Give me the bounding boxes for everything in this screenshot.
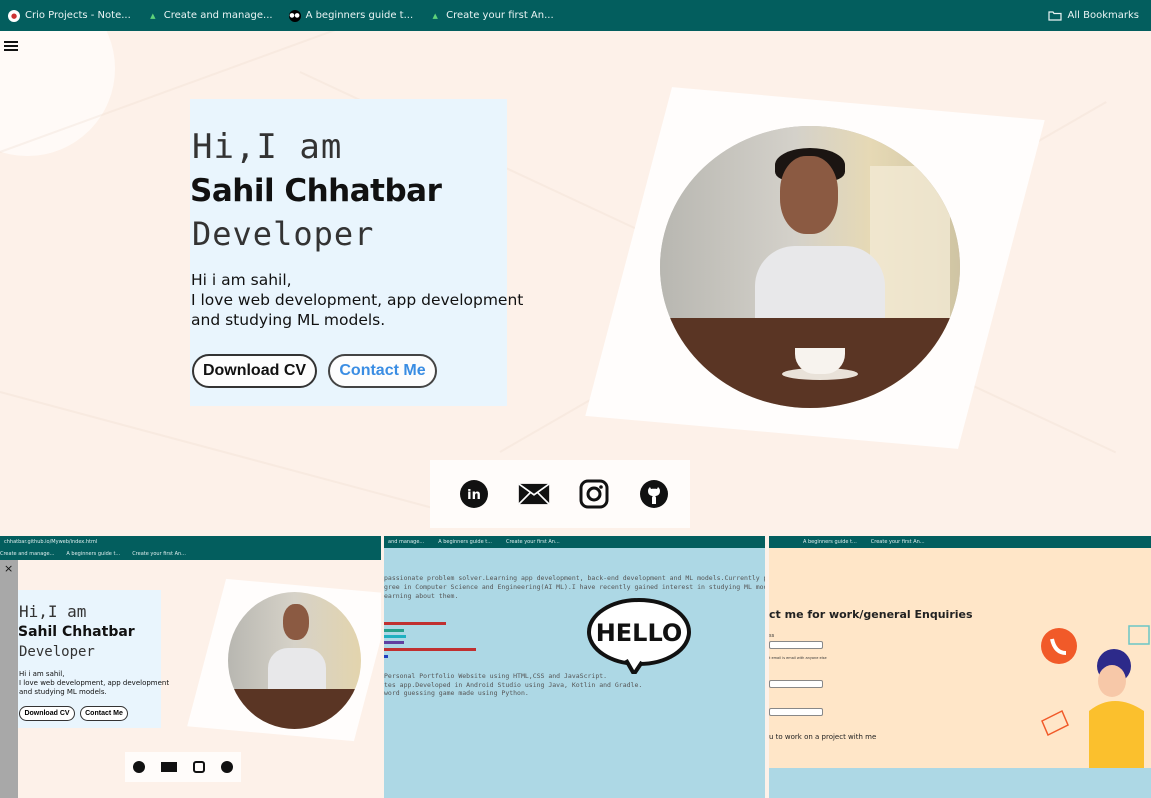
skill-bar <box>384 648 476 651</box>
mail-icon[interactable] <box>161 762 177 772</box>
mini-bookmarks-bar: Create and manage... A beginners guide t… <box>0 548 381 560</box>
download-cv-button[interactable]: Download CV <box>19 706 75 721</box>
project-text: word guessing game made using Python. <box>384 689 529 697</box>
thumbnail-home[interactable]: chhatbar.github.io/Myweb/index.html Crea… <box>0 536 381 798</box>
bookmark-create-manage[interactable]: ▲ Create and manage... <box>147 10 272 22</box>
bookmarks-bar: ● Crio Projects - Note... ▲ Create and m… <box>0 0 1151 31</box>
svg-text:HELLO: HELLO <box>596 619 683 647</box>
project-text: tes app.Developed in Android Studio usin… <box>384 681 643 689</box>
android-icon: ▲ <box>150 11 156 20</box>
mini-address-bar: chhatbar.github.io/Myweb/index.html <box>0 536 381 548</box>
skill-bar <box>384 622 446 625</box>
role-text: Developer <box>192 215 375 253</box>
name-heading: Sahil Chhatbar <box>190 173 442 209</box>
about-text: passionate problem solver.Learning app d… <box>384 574 765 582</box>
mini-bookmarks-bar: and manage... A beginners guide t... Cre… <box>384 536 765 548</box>
skill-bar <box>384 635 406 638</box>
bookmark-crio[interactable]: ● Crio Projects - Note... <box>8 9 131 22</box>
android-icon: ▲ <box>432 11 438 20</box>
email-label: ss <box>769 633 775 639</box>
greeting: Hi,I am <box>192 127 343 167</box>
linkedin-icon[interactable]: in <box>458 478 490 510</box>
linkedin-icon[interactable] <box>133 761 145 773</box>
crio-icon: ● <box>8 9 20 22</box>
instagram-icon[interactable] <box>578 478 610 510</box>
greeting: Hi,I am <box>19 602 87 621</box>
bookmark-beginners-guide[interactable]: ●● A beginners guide t... <box>288 9 413 22</box>
contact-me-button[interactable]: Contact Me <box>80 706 128 721</box>
role-text: Developer <box>19 644 95 660</box>
about-text: earning about them. <box>384 592 459 600</box>
side-panel <box>0 560 18 798</box>
folder-icon <box>1047 11 1062 21</box>
social-links: in <box>430 460 690 528</box>
skill-bar <box>384 641 404 644</box>
social-links <box>125 752 241 782</box>
decor-line <box>0 391 484 523</box>
svg-text:in: in <box>467 488 481 503</box>
footer-band <box>769 768 1151 798</box>
name-heading: Sahil Chhatbar <box>18 624 135 640</box>
hero-section: Hi,I am Sahil Chhatbar Developer Hi i am… <box>0 31 1151 536</box>
profile-photo <box>660 126 960 408</box>
skill-bar <box>384 629 404 632</box>
medium-icon: ●● <box>288 9 301 22</box>
thumbnail-about[interactable]: and manage... A beginners guide t... Cre… <box>384 536 765 798</box>
all-bookmarks[interactable]: All Bookmarks <box>1047 0 1139 31</box>
contact-me-button[interactable]: Contact Me <box>328 354 437 388</box>
contact-illustration-icon <box>1041 625 1150 771</box>
github-icon[interactable] <box>221 761 233 773</box>
bio-text: Hi i am sahil, I love web development, a… <box>191 271 524 329</box>
bio-text: Hi i am sahil, I love web development, a… <box>19 670 170 696</box>
name-field[interactable] <box>769 680 823 688</box>
intro-card: Hi,I am Sahil Chhatbar Developer Hi i am… <box>18 590 169 728</box>
contact-title: ct me for work/general Enquiries <box>769 608 973 621</box>
menu-icon[interactable] <box>4 41 18 51</box>
profile-photo <box>228 592 361 729</box>
download-cv-button[interactable]: Download CV <box>192 354 317 388</box>
mini-bookmarks-bar: A beginners guide t... Create your first… <box>769 536 1151 548</box>
subject-field[interactable] <box>769 708 823 716</box>
skill-bar <box>384 655 388 658</box>
project-text: Personal Portfolio Website using HTML,CS… <box>384 672 608 680</box>
instagram-icon[interactable] <box>193 761 205 773</box>
github-icon[interactable] <box>638 478 670 510</box>
email-field[interactable] <box>769 641 823 649</box>
email-hint: t email is email with anyone else <box>769 656 827 660</box>
hello-speech-bubble-icon: HELLO <box>587 598 691 674</box>
intro-card: Hi,I am Sahil Chhatbar Developer Hi i am… <box>190 99 523 406</box>
close-icon[interactable]: × <box>4 562 13 575</box>
thumbnail-contact[interactable]: A beginners guide t... Create your first… <box>769 536 1151 798</box>
message-text: u to work on a project with me <box>769 733 877 741</box>
mail-icon[interactable] <box>518 478 550 510</box>
bookmark-create-first[interactable]: ▲ Create your first An... <box>429 10 553 22</box>
about-text: gree in Computer Science and Engineering… <box>384 583 765 591</box>
